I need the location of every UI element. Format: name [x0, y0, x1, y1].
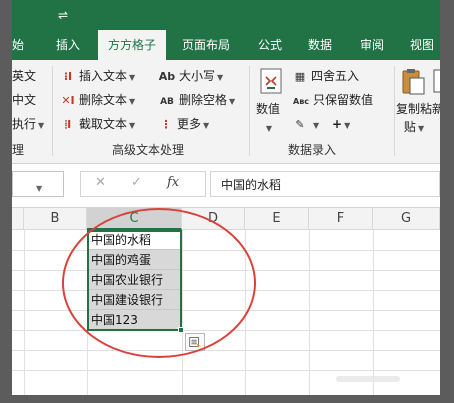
- insert-text-icon: ⁝I: [63, 70, 73, 83]
- quick-access-customize-icon[interactable]: ⇌: [58, 8, 68, 22]
- copy-paste-icon: [402, 69, 425, 95]
- more-icon: ⋮: [160, 118, 172, 131]
- delete-spaces-button[interactable]: AB 删除空格 ▼: [158, 90, 235, 110]
- formula-buttons: ✕ ✓ fx: [80, 171, 206, 197]
- tab-data[interactable]: 数据: [308, 30, 332, 60]
- round-icon: ▦: [294, 70, 306, 83]
- grid-line: [12, 350, 440, 351]
- delete-text-button[interactable]: ✕I 删除文本 ▼: [60, 90, 135, 110]
- grid-line: [12, 370, 440, 371]
- edit-dropdown-button[interactable]: ✎ ▼: [292, 114, 319, 134]
- insert-text-button[interactable]: ⁝I 插入文本 ▼: [60, 66, 135, 86]
- column-header-e[interactable]: E: [245, 208, 309, 230]
- tab-review[interactable]: 审阅: [360, 30, 384, 60]
- column-header-g[interactable]: G: [373, 208, 440, 230]
- delete-spaces-icon: AB: [160, 97, 174, 107]
- annotation-circle: [62, 208, 256, 358]
- more-button[interactable]: ⋮ 更多 ▼: [158, 114, 210, 134]
- tab-view[interactable]: 视图: [410, 30, 434, 60]
- copy-paste-button[interactable]: 复制粘贴 ▼: [396, 100, 432, 138]
- group-label-text: 高级文本处理: [112, 143, 185, 157]
- ribbon-panel: 英文 中文 执行 ▼ 理 ⁝I 插入文本 ▼ ✕I 删除文本 ▼ ⦙I 截取文本 ▼ Ab 大小…: [12, 60, 440, 164]
- extract-text-icon: ⦙I: [64, 118, 72, 131]
- case-button[interactable]: Ab 大小写 ▼: [158, 66, 223, 86]
- new-button[interactable]: 新: [432, 100, 440, 118]
- chinese-button[interactable]: 中文: [12, 90, 36, 110]
- execute-button[interactable]: 执行 ▼: [12, 114, 44, 134]
- group-divider: [394, 66, 395, 156]
- keep-numbers-button[interactable]: Aвc 只保留数值: [292, 90, 373, 110]
- excel-window: ⇌ 始 插入 方方格子 页面布局 公式 数据 审阅 视图 英文 中文 执行 ▼ 理…: [12, 0, 440, 395]
- delete-text-icon: ✕I: [61, 94, 75, 107]
- group-label-left: 理: [12, 143, 25, 157]
- round-button[interactable]: ▦ 四舍五入: [292, 66, 359, 86]
- insert-function-icon[interactable]: fx: [167, 175, 179, 190]
- plus-dropdown-button[interactable]: + ▼: [332, 114, 350, 134]
- tab-home[interactable]: 始: [12, 30, 24, 60]
- numeric-icon: [260, 68, 282, 94]
- numeric-button[interactable]: 数值 ▼: [256, 100, 280, 138]
- keep-numbers-icon: Aвc: [293, 97, 309, 106]
- tab-fangfang[interactable]: 方方格子: [98, 30, 167, 60]
- group-label-number: 数据录入: [288, 143, 337, 157]
- watermark: [336, 376, 400, 382]
- tab-formulas[interactable]: 公式: [258, 30, 282, 60]
- name-box-dropdown-icon[interactable]: ▼: [36, 184, 42, 193]
- tab-insert[interactable]: 插入: [56, 30, 80, 60]
- formula-input[interactable]: 中国的水稻: [210, 171, 440, 197]
- case-icon: Ab: [158, 70, 176, 83]
- cancel-entry-icon[interactable]: ✕: [95, 175, 106, 190]
- column-header-f[interactable]: F: [309, 208, 373, 230]
- column-header-b[interactable]: B: [24, 208, 87, 230]
- new-icon: [433, 69, 440, 93]
- ribbon-tabs: 始 插入 方方格子 页面布局 公式 数据 审阅 视图: [12, 30, 440, 60]
- extract-text-button[interactable]: ⦙I 截取文本 ▼: [60, 114, 135, 134]
- title-bar: ⇌: [12, 0, 440, 30]
- formula-bar: ▼ ✕ ✓ fx 中国的水稻: [12, 164, 440, 208]
- confirm-entry-icon[interactable]: ✓: [131, 175, 142, 190]
- tab-page-layout[interactable]: 页面布局: [182, 30, 230, 60]
- english-button[interactable]: 英文: [12, 66, 36, 86]
- row-header-corner[interactable]: [12, 208, 24, 230]
- group-divider: [249, 66, 250, 156]
- group-divider: [52, 66, 53, 156]
- worksheet-grid[interactable]: B C D E F G 中国的水稻 中国的鸡蛋 中国农业银行 中国建设银行 中国…: [12, 208, 440, 395]
- edit-icon: ✎: [295, 118, 305, 131]
